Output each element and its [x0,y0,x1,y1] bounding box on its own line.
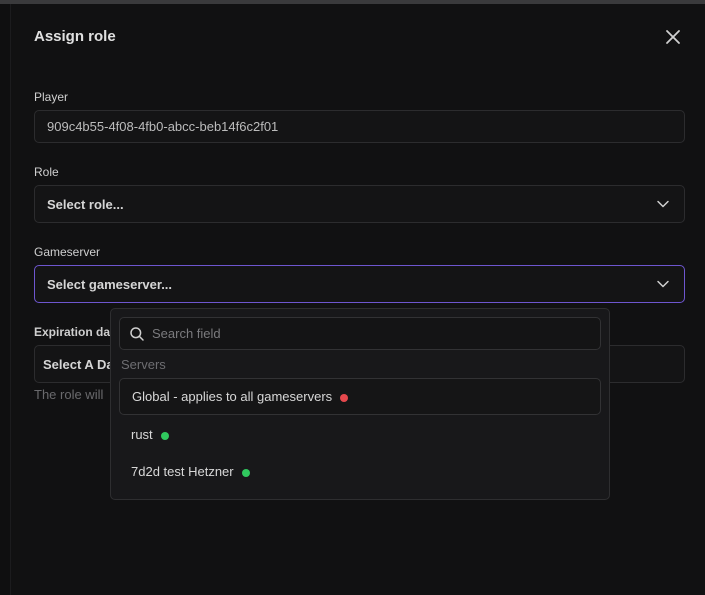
gameserver-select-value: Select gameserver... [47,276,173,292]
gameserver-label: Gameserver [34,245,101,259]
close-icon[interactable] [662,26,684,48]
status-dot-icon [241,468,250,477]
search-icon [130,327,144,341]
servers-group-label: Servers [121,357,166,372]
role-select-value: Select role... [47,196,124,212]
chevron-down-icon [657,200,669,208]
player-field[interactable]: 909c4b55-4f08-4fb0-abcc-beb14f6c2f01 [34,110,685,143]
option-label: rust [131,427,153,442]
gameserver-select[interactable]: Select gameserver... [34,265,685,303]
option-label: 7d2d test Hetzner [131,464,234,479]
status-dot-icon [160,431,169,440]
status-dot-icon [340,393,349,402]
search-input[interactable]: Search field [119,317,601,350]
role-select[interactable]: Select role... [34,185,685,223]
expiration-label: Expiration dat [34,325,115,339]
search-placeholder: Search field [152,326,221,341]
gameserver-dropdown: Search field Servers Global - applies to… [110,308,610,500]
player-label: Player [34,90,69,104]
role-label: Role [34,165,59,179]
chevron-down-icon [657,280,669,288]
option-rust[interactable]: rust [119,416,601,453]
option-7d2d-test-hetzner[interactable]: 7d2d test Hetzner [119,453,601,490]
option-global[interactable]: Global - applies to all gameservers [119,378,601,415]
modal-title: Assign role [34,28,116,45]
expiration-date-value: Select A Da [43,356,114,372]
expiration-helper-text: The role will [34,387,104,402]
player-value: 909c4b55-4f08-4fb0-abcc-beb14f6c2f01 [47,119,279,134]
option-label: Global - applies to all gameservers [132,389,333,404]
assign-role-modal: Assign role Player 909c4b55-4f08-4fb0-ab… [11,4,705,595]
